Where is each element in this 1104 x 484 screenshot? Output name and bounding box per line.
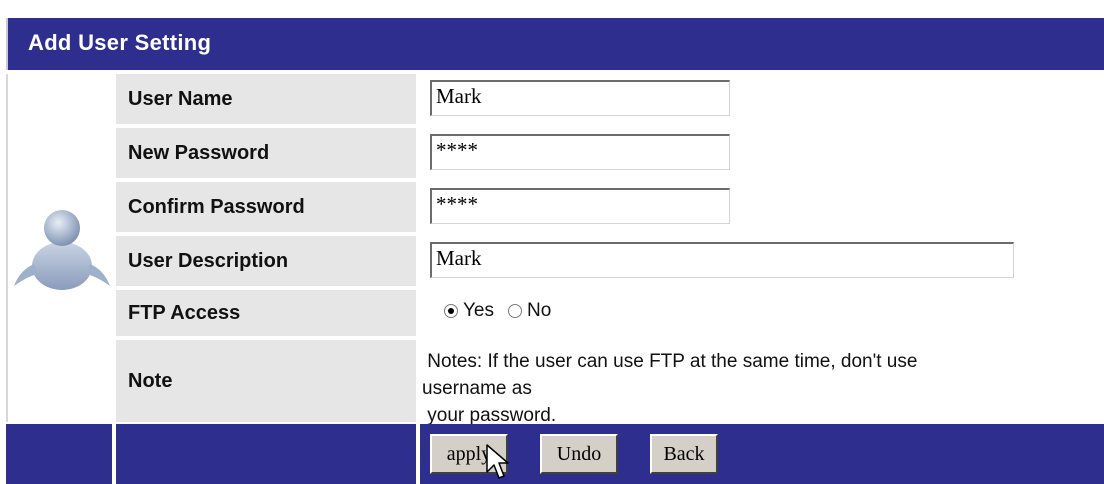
note-line-2: username as <box>422 378 532 399</box>
row-user-name: User Name Mark <box>116 74 1104 124</box>
confirm-password-value-cell: **** <box>420 182 1104 232</box>
row-ftp-access: FTP Access Yes No <box>116 290 1104 336</box>
row-note: Note Notes: If the user can use FTP at t… <box>116 340 1104 426</box>
note-text: Notes: If the user can use FTP at the sa… <box>422 348 1102 429</box>
new-password-input[interactable]: **** <box>430 134 730 170</box>
confirm-password-input[interactable]: **** <box>430 188 730 224</box>
ftp-access-value-cell: Yes No <box>420 290 1104 336</box>
ftp-access-label: FTP Access <box>116 290 416 336</box>
footer-divider <box>112 424 116 484</box>
user-description-input[interactable]: Mark <box>430 242 1014 278</box>
new-password-label: New Password <box>116 128 416 178</box>
ftp-yes-label[interactable]: Yes <box>463 300 494 322</box>
mouse-pointer-icon <box>486 444 509 479</box>
user-description-label: User Description <box>116 236 416 286</box>
ftp-access-radio-group: Yes No <box>444 300 565 322</box>
ftp-no-radio[interactable] <box>508 304 522 318</box>
row-user-description: User Description Mark <box>116 236 1104 286</box>
row-confirm-password: Confirm Password **** <box>116 182 1104 232</box>
note-label: Note <box>116 340 416 422</box>
footer-divider <box>416 424 420 484</box>
user-name-value-cell: Mark <box>420 74 1104 124</box>
user-avatar-icon <box>14 210 110 290</box>
undo-button[interactable]: Undo <box>540 434 618 474</box>
note-line-1: Notes: If the user can use FTP at the sa… <box>422 351 918 372</box>
title-bar: Add User Setting <box>6 18 1104 70</box>
ftp-yes-radio[interactable] <box>444 304 458 318</box>
user-name-input[interactable]: Mark <box>430 80 730 116</box>
avatar-cell <box>6 74 114 422</box>
user-description-value-cell: Mark <box>420 236 1104 286</box>
user-name-label: User Name <box>116 74 416 124</box>
confirm-password-label: Confirm Password <box>116 182 416 232</box>
ftp-no-label[interactable]: No <box>527 300 551 322</box>
button-bar: apply Undo Back <box>6 424 1104 484</box>
new-password-value-cell: **** <box>420 128 1104 178</box>
back-button[interactable]: Back <box>650 434 718 474</box>
row-new-password: New Password **** <box>116 128 1104 178</box>
page-title: Add User Setting <box>28 30 212 55</box>
add-user-panel: Add User Setting User Name Mark New Pass… <box>6 18 1104 484</box>
note-value-cell: Notes: If the user can use FTP at the sa… <box>420 340 1104 426</box>
